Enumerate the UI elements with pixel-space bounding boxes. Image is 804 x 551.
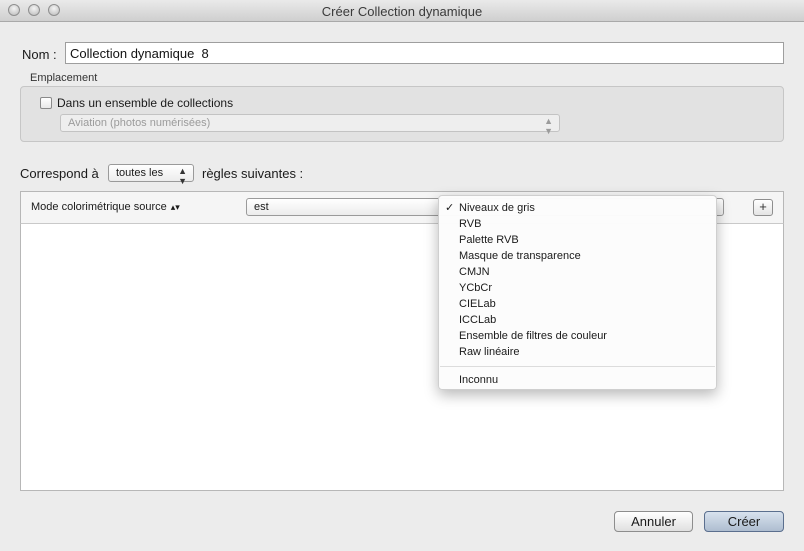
cancel-button[interactable]: Annuler: [614, 511, 693, 532]
menu-item-label: CMJN: [459, 266, 490, 278]
menu-separator: [440, 366, 715, 367]
collection-set-select-value: Aviation (photos numérisées): [68, 117, 211, 129]
menu-item[interactable]: CIELab: [439, 296, 716, 312]
checkmark-icon: ✓: [445, 202, 455, 214]
color-mode-dropdown-menu: ✓ Niveaux de gris RVB Palette RVB Masque de …: [438, 195, 717, 390]
rule-operator-value: est: [254, 201, 269, 213]
menu-item[interactable]: Masque de transparence: [439, 248, 716, 264]
updown-arrows-icon: ▴▾: [170, 202, 180, 212]
menu-item-label: Raw linéaire: [459, 346, 520, 358]
rule-field-value: Mode colorimétrique source: [31, 201, 167, 213]
menu-item[interactable]: ICCLab: [439, 312, 716, 328]
match-prefix-label: Correspond à: [20, 166, 99, 181]
rule-field-select[interactable]: Mode colorimétrique source ▴▾: [31, 201, 180, 213]
match-mode-value: toutes les: [116, 167, 164, 179]
menu-item[interactable]: ✓ Niveaux de gris: [439, 200, 716, 216]
location-group-title: Emplacement: [30, 72, 98, 84]
select-arrows-icon: ▲ ▼: [178, 166, 187, 186]
match-suffix-label: règles suivantes :: [202, 166, 304, 181]
menu-item-label: Niveaux de gris: [459, 202, 535, 214]
add-rule-button[interactable]: +: [753, 199, 773, 216]
menu-item-label: CIELab: [459, 298, 496, 310]
menu-item[interactable]: Raw linéaire: [439, 344, 716, 360]
menu-item[interactable]: YCbCr: [439, 280, 716, 296]
menu-item-inconnu[interactable]: Inconnu: [439, 372, 716, 388]
collection-name-input[interactable]: [65, 42, 784, 64]
match-mode-select[interactable]: toutes les ▲ ▼: [108, 164, 194, 186]
menu-item[interactable]: RVB: [439, 216, 716, 232]
menu-item[interactable]: Palette RVB: [439, 232, 716, 248]
window-title: Créer Collection dynamique: [321, 4, 483, 19]
collection-set-select: Aviation (photos numérisées) ▲ ▼: [60, 114, 560, 136]
collection-set-checkbox[interactable]: [40, 97, 52, 109]
window-titlebar: Créer Collection dynamique: [0, 0, 804, 22]
menu-item[interactable]: CMJN: [439, 264, 716, 280]
create-button[interactable]: Créer: [704, 511, 784, 532]
menu-item-label: ICCLab: [459, 314, 497, 326]
name-label: Nom :: [22, 47, 57, 62]
menu-item-label: RVB: [459, 218, 482, 230]
menu-item-label: YCbCr: [459, 282, 493, 294]
select-arrows-icon: ▲ ▼: [544, 116, 553, 136]
menu-item[interactable]: Ensemble de filtres de couleur: [439, 328, 716, 344]
menu-item-label: Ensemble de filtres de couleur: [459, 330, 607, 342]
collection-set-checkbox-label[interactable]: Dans un ensemble de collections: [57, 96, 233, 110]
menu-item-label: Masque de transparence: [459, 250, 581, 262]
menu-item-label: Palette RVB: [459, 234, 519, 246]
